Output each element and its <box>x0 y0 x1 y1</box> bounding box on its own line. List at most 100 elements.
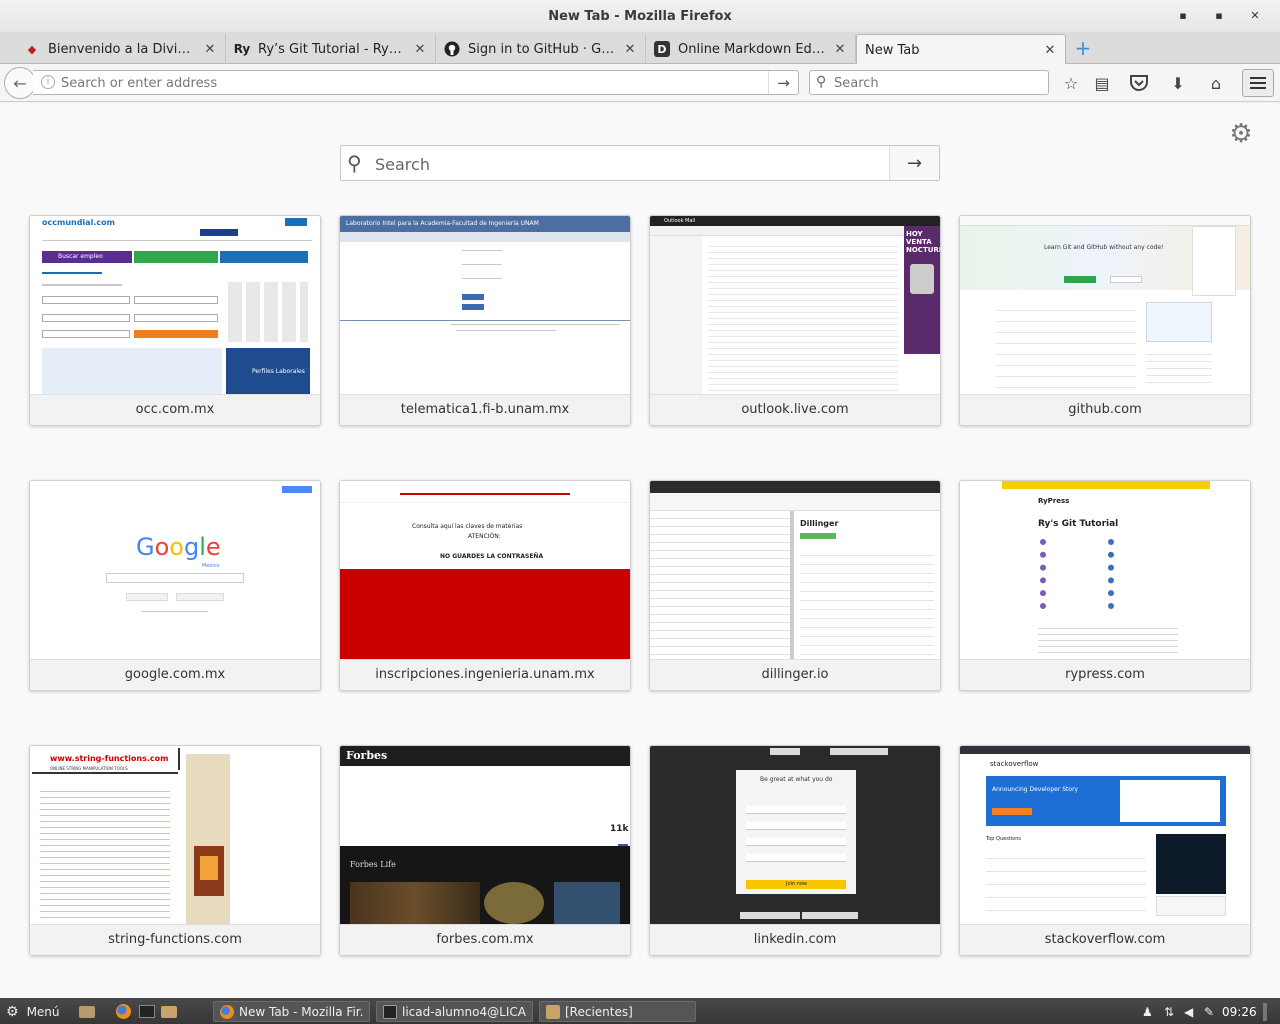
start-menu-label: Menú <box>26 1004 60 1019</box>
telematica-header: Laboratorio Intel para la Academia-Facul… <box>346 220 539 227</box>
bookmark-star-icon[interactable]: ☆ <box>1061 73 1081 93</box>
outlook-ad: HOY VENTA NOCTURNA <box>906 230 940 254</box>
tile-linkedin[interactable]: Be great at what you do Join now linkedi… <box>649 745 941 956</box>
stackoverflow-banner: Announcing Developer Story <box>992 786 1079 793</box>
close-icon[interactable]: ✕ <box>1248 8 1262 22</box>
tab-close-icon[interactable]: ✕ <box>203 42 217 57</box>
stringfn-logo: www.string-functions.com <box>50 754 169 763</box>
tile-label: outlook.live.com <box>650 394 940 425</box>
gear-icon[interactable]: ⚙ <box>1227 120 1255 148</box>
volume-icon[interactable]: ◀ <box>1184 1001 1193 1022</box>
tab-label: Online Markdown Edito... <box>678 41 827 57</box>
tile-telematica[interactable]: Laboratorio Intel para la Academia-Facul… <box>339 215 631 426</box>
tab-label: New Tab <box>865 42 920 58</box>
tile-forbes[interactable]: Forbes 11k Forbes Life forbes.com.mx <box>339 745 631 956</box>
tile-occ[interactable]: occmundial.com Buscar empleo Perfiles La… <box>29 215 321 426</box>
user-icon[interactable]: ♟ <box>1142 1001 1153 1022</box>
folder-launcher-icon[interactable] <box>160 1001 178 1022</box>
url-input[interactable] <box>61 73 761 93</box>
tile-rypress[interactable]: RyPress Ry's Git Tutorial rypress.com <box>959 480 1251 691</box>
new-tab-plus-icon[interactable]: + <box>1072 38 1094 60</box>
dillinger-icon: D <box>654 41 670 57</box>
rypress-icon: Ry <box>233 42 251 56</box>
tile-thumbnail: stackoverflow Announcing Developer Story… <box>960 746 1250 924</box>
window-title: New Tab - Mozilla Firefox <box>548 8 732 24</box>
taskbar-window-firefox[interactable]: New Tab - Mozilla Fir... <box>213 1001 370 1022</box>
tile-github[interactable]: Learn Git and GitHub without any code! g… <box>959 215 1251 426</box>
newtab-search-input[interactable] <box>375 153 875 175</box>
tile-label: occ.com.mx <box>30 394 320 425</box>
minimize-icon[interactable]: ▪ <box>1176 8 1190 22</box>
back-arrow-icon[interactable]: ← <box>4 67 36 99</box>
tile-label: telematica1.fi-b.unam.mx <box>340 394 630 425</box>
terminal-launcher-icon[interactable] <box>138 1001 156 1022</box>
dillinger-title: Dillinger <box>800 519 839 528</box>
search-bar: ⚲ <box>809 70 1049 95</box>
taskbar-window-label: licad-alumno4@LICA... <box>402 1004 526 1019</box>
github-headline: Learn Git and GitHub without any code! <box>1044 244 1164 251</box>
show-desktop-icon[interactable] <box>1263 1001 1275 1022</box>
hamburger-menu-icon[interactable] <box>1242 69 1274 97</box>
network-icon[interactable]: ⇅ <box>1164 1001 1174 1022</box>
tab-new-tab[interactable]: New Tab ✕ <box>856 34 1066 65</box>
search-icon: ⚲ <box>347 151 362 175</box>
update-icon[interactable]: ✎ <box>1204 1001 1214 1022</box>
start-menu-button[interactable]: ⚙ Menú <box>6 1001 60 1022</box>
tile-outlook[interactable]: Outlook Mail HOY VENTA NOCTURNA outlook.… <box>649 215 941 426</box>
downloads-icon[interactable]: ⬇ <box>1168 73 1188 93</box>
tab-rypress[interactable]: Ry Ry’s Git Tutorial - RyPress ✕ <box>226 34 436 64</box>
files-launcher-icon[interactable] <box>78 1001 96 1022</box>
search-go-arrow-icon[interactable]: → <box>889 146 939 180</box>
tile-label: forbes.com.mx <box>340 924 630 955</box>
unam-icon: ◆ <box>27 42 37 56</box>
firefox-icon <box>220 1004 234 1019</box>
stackoverflow-section: Top Questions <box>986 836 1021 842</box>
tab-github[interactable]: Sign in to GitHub · Git... ✕ <box>436 34 646 64</box>
pocket-icon[interactable] <box>1129 73 1149 93</box>
home-icon[interactable]: ⌂ <box>1206 73 1226 93</box>
firefox-launcher-icon[interactable] <box>114 1001 132 1022</box>
inscripciones-line2: ATENCIÓN: <box>468 533 501 540</box>
taskbar-window-label: [Recientes] <box>565 1004 633 1019</box>
tile-thumbnail: Consulta aquí las claves de materias ATE… <box>340 481 630 659</box>
search-input[interactable] <box>834 73 1044 93</box>
tile-label: google.com.mx <box>30 659 320 690</box>
tab-label: Bienvenido a la Divisió... <box>48 41 197 57</box>
tile-thumbnail: Laboratorio Intel para la Academia-Facul… <box>340 216 630 394</box>
tile-thumbnail: www.string-functions.com ONLINE STRING M… <box>30 746 320 924</box>
go-arrow-icon[interactable]: → <box>768 71 798 94</box>
tile-inscripciones[interactable]: Consulta aquí las claves de materias ATE… <box>339 480 631 691</box>
tile-dillinger[interactable]: Dillinger dillinger.io <box>649 480 941 691</box>
search-icon: ⚲ <box>816 74 827 90</box>
inscripciones-line1: Consulta aquí las claves de materias <box>412 523 523 530</box>
tab-close-icon[interactable]: ✕ <box>413 42 427 57</box>
rypress-title: Ry's Git Tutorial <box>1038 519 1119 529</box>
new-tab-page: ⚙ ⚲ → occmundial.com Buscar empleo <box>0 103 1280 998</box>
tab-dillinger[interactable]: D Online Markdown Edito... ✕ <box>646 34 856 64</box>
tile-string-functions[interactable]: www.string-functions.com ONLINE STRING M… <box>29 745 321 956</box>
occ-cta: Buscar empleo <box>58 253 103 260</box>
tab-close-icon[interactable]: ✕ <box>623 42 637 57</box>
tab-close-icon[interactable]: ✕ <box>833 42 847 57</box>
tile-label: stackoverflow.com <box>960 924 1250 955</box>
tab-label: Sign in to GitHub · Git... <box>468 41 617 57</box>
tab-bienvenido[interactable]: ◆ Bienvenido a la Divisió... ✕ <box>16 34 226 64</box>
tile-stackoverflow[interactable]: stackoverflow Announcing Developer Story… <box>959 745 1251 956</box>
mint-menu-icon: ⚙ <box>6 1003 19 1020</box>
tile-thumbnail: occmundial.com Buscar empleo Perfiles La… <box>30 216 320 394</box>
info-icon[interactable]: i <box>41 75 55 89</box>
tile-thumbnail: Outlook Mail HOY VENTA NOCTURNA <box>650 216 940 394</box>
taskbar-window-recientes[interactable]: [Recientes] <box>539 1001 696 1022</box>
tile-google[interactable]: Google México google.com.mx <box>29 480 321 691</box>
tab-close-icon[interactable]: ✕ <box>1043 43 1057 58</box>
tile-thumbnail: RyPress Ry's Git Tutorial <box>960 481 1250 659</box>
tile-label: linkedin.com <box>650 924 940 955</box>
newtab-search: ⚲ → <box>340 145 940 181</box>
clock[interactable]: 09:26 <box>1222 1001 1257 1022</box>
folder-icon <box>546 1004 560 1019</box>
library-icon[interactable]: ▤ <box>1092 73 1112 93</box>
rypress-brand: RyPress <box>1038 497 1070 505</box>
taskbar-window-terminal[interactable]: licad-alumno4@LICA... <box>376 1001 533 1022</box>
tile-label: github.com <box>960 394 1250 425</box>
maximize-icon[interactable]: ▪ <box>1212 8 1226 22</box>
